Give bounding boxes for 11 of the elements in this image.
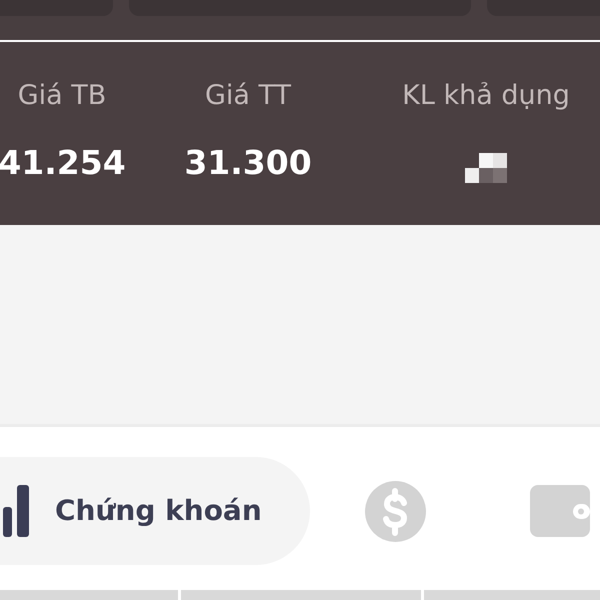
- dollar-icon: [365, 480, 426, 542]
- bar-chart-icon: [2, 485, 30, 537]
- column-label: KL khả dụng: [402, 79, 570, 113]
- wallet-icon: [530, 485, 590, 537]
- mosaic-icon: [465, 153, 507, 183]
- column-label: Giá TB: [18, 79, 106, 113]
- column-label: Giá TT: [204, 79, 292, 113]
- column-value: 31.300: [184, 143, 312, 183]
- nav-tab[interactable]: [365, 480, 426, 542]
- nav-tab[interactable]: [530, 485, 590, 537]
- nav-tab[interactable]: Chứng khoán: [0, 457, 310, 565]
